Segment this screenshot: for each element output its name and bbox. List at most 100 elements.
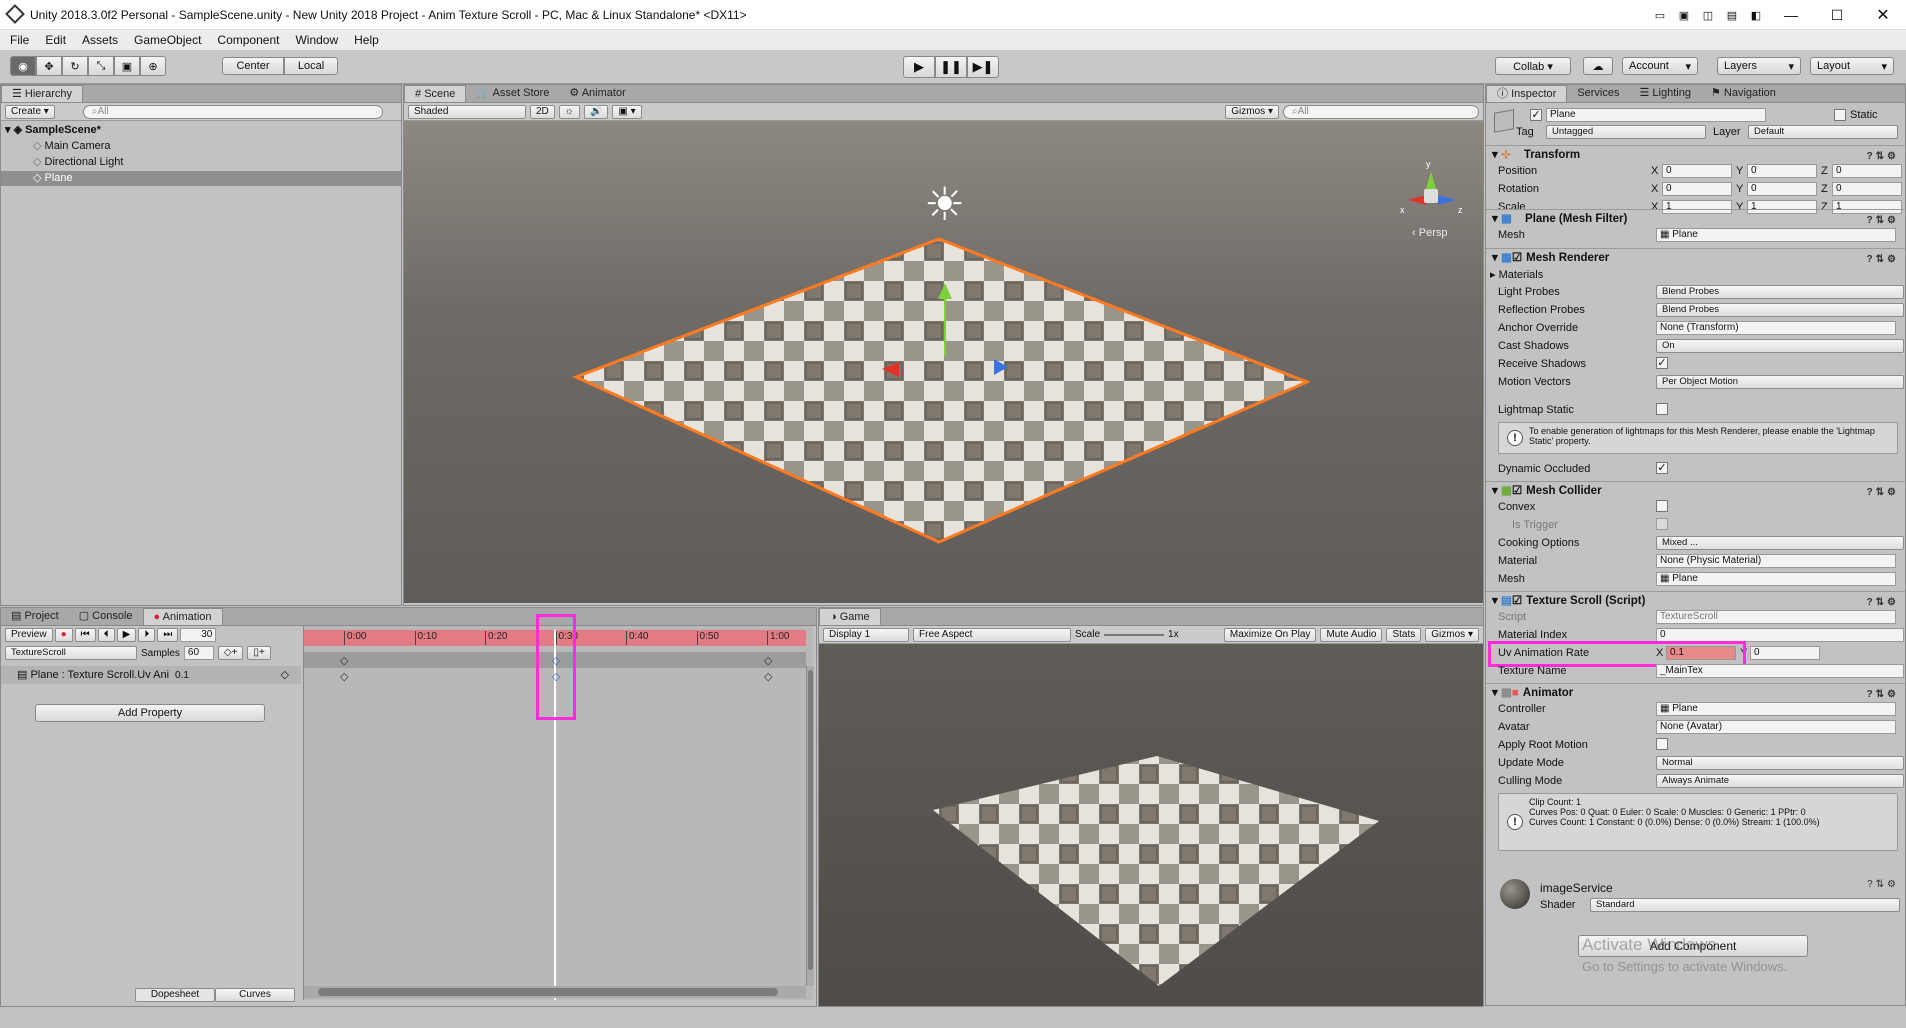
tab-scene[interactable]: # Scene (404, 85, 467, 102)
next-key-button[interactable]: ⏵ (138, 628, 156, 642)
tab-hierarchy[interactable]: ☰ Hierarchy (1, 85, 83, 102)
transform-z-field[interactable]: 0 (1832, 182, 1902, 196)
rect-tool-button[interactable]: ▣ (114, 56, 140, 76)
gameobject-name-field[interactable]: Plane (1546, 108, 1766, 122)
menu-gameobject[interactable]: GameObject (134, 30, 201, 50)
add-property-button[interactable]: Add Property (35, 704, 265, 722)
motion-vectors-dropdown[interactable]: Per Object Motion (1656, 375, 1904, 389)
tab-game[interactable]: ◑ Game (819, 608, 881, 625)
scale-slider[interactable] (1104, 633, 1165, 636)
minimize-icon[interactable]: — (1768, 7, 1814, 23)
preview-toggle[interactable]: Preview (5, 628, 53, 642)
combined-tool-button[interactable]: ⊕ (140, 56, 166, 76)
enabled-checkbox-icon[interactable]: ☑ (1512, 252, 1522, 264)
keyframe-diamond-icon[interactable]: ◇ (281, 666, 289, 684)
game-gizmos-dropdown[interactable]: Gizmos ▾ (1425, 627, 1479, 642)
move-tool-button[interactable]: ✥ (36, 56, 62, 76)
material-menu-icons[interactable]: ?⇅⚙ (1867, 879, 1899, 890)
reflection-probes-dropdown[interactable]: Blend Probes (1656, 303, 1904, 317)
tb-extra-icon-1[interactable]: ▭ (1648, 9, 1672, 22)
persp-label[interactable]: ‹ Persp (1412, 227, 1447, 239)
add-event-button[interactable]: ▯+ (247, 646, 271, 660)
apply-root-motion-checkbox[interactable] (1656, 738, 1668, 750)
cloud-button[interactable]: ☁ (1583, 57, 1613, 75)
curves-tab[interactable]: Curves (215, 988, 295, 1002)
tb-extra-icon-5[interactable]: ◧ (1744, 9, 1768, 22)
uv-animation-rate-y-field[interactable]: 0 (1750, 646, 1820, 660)
lightmap-static-checkbox[interactable] (1656, 403, 1668, 415)
dopesheet-tab[interactable]: Dopesheet (135, 988, 215, 1002)
scene-viewport[interactable]: ☀ y x z ‹ Persp (404, 121, 1483, 603)
transform-x-field[interactable]: 0 (1662, 164, 1732, 178)
material-index-field[interactable]: 0 (1656, 628, 1904, 642)
tb-extra-icon-3[interactable]: ◫ (1696, 9, 1720, 22)
close-icon[interactable]: ✕ (1860, 5, 1906, 25)
tag-dropdown[interactable]: Untagged (1546, 125, 1706, 139)
timeline-area[interactable]: 0:00 0:10 0:20 0:30 0:40 0:50 1:00 ◇ ◇ ◇ ◇ ◇ ◇ (303, 614, 814, 1000)
materials-foldout[interactable]: ▸ Materials (1490, 268, 1543, 281)
scale-tool-button[interactable]: ⤡ (88, 56, 114, 76)
effects-dropdown-icon[interactable]: ▣ ▾ (612, 104, 642, 119)
center-toggle[interactable]: Center (222, 57, 284, 75)
enabled-checkbox-icon[interactable]: ☑ (1512, 595, 1522, 607)
scene-search-input[interactable]: ⌕All (1283, 104, 1479, 119)
hierarchy-search-input[interactable]: ⌕All (82, 104, 383, 119)
shader-dropdown[interactable]: Standard (1590, 898, 1900, 912)
layer-dropdown[interactable]: Default (1748, 125, 1898, 139)
rotate-tool-button[interactable]: ↻ (62, 56, 88, 76)
texture-name-field[interactable]: _MainTex (1656, 664, 1904, 678)
menu-file[interactable]: File (10, 30, 29, 50)
transform-z-field[interactable]: 0 (1832, 164, 1902, 178)
meshfilter-header[interactable]: ▾ ▦ Plane (Mesh Filter) ?⇅⚙ (1486, 209, 1905, 227)
samples-field[interactable]: 60 (183, 646, 214, 660)
2d-toggle[interactable]: 2D (530, 104, 555, 119)
cooking-options-dropdown[interactable]: Mixed ... (1656, 536, 1904, 550)
layout-dropdown[interactable]: Layout ▾ (1810, 57, 1894, 75)
view-tool-button[interactable]: ◉ (10, 56, 36, 76)
receive-shadows-checkbox[interactable]: ✓ (1656, 357, 1668, 369)
transform-header[interactable]: ▾ ⊹ Transform ?⇅⚙ (1486, 145, 1905, 163)
static-checkbox[interactable] (1834, 109, 1846, 121)
keyframe-icon[interactable]: ◇ (340, 670, 348, 683)
enabled-checkbox-icon[interactable]: ☑ (1512, 485, 1522, 497)
record-button[interactable]: ● (54, 628, 73, 642)
menu-help[interactable]: Help (354, 30, 379, 50)
tab-navigation[interactable]: ⚑ Navigation (1701, 85, 1786, 102)
transform-y-field[interactable]: 0 (1747, 182, 1817, 196)
enabled-checkbox-icon[interactable]: ■ (1512, 687, 1519, 699)
orientation-gizmo[interactable]: y x z (1400, 159, 1463, 225)
is-trigger-checkbox[interactable] (1656, 518, 1668, 530)
layers-dropdown[interactable]: Layers ▾ (1717, 57, 1801, 75)
scene-plane[interactable] (572, 237, 1311, 544)
avatar-field[interactable]: None (Avatar) (1656, 720, 1896, 734)
maximize-on-play-toggle[interactable]: Maximize On Play (1223, 627, 1317, 642)
hierarchy-item-plane[interactable]: ◇ Plane (1, 171, 401, 186)
play-anim-button[interactable]: ▶ (116, 628, 137, 642)
step-button[interactable]: ▶❚ (967, 56, 999, 78)
menu-edit[interactable]: Edit (45, 30, 66, 50)
culling-mode-dropdown[interactable]: Always Animate (1656, 774, 1904, 788)
transform-y-field[interactable]: 0 (1747, 164, 1817, 178)
menu-window[interactable]: Window (295, 30, 338, 50)
maximize-icon[interactable]: ☐ (1814, 7, 1860, 24)
tab-lighting[interactable]: ☰ Lighting (1630, 85, 1701, 102)
menu-assets[interactable]: Assets (82, 30, 118, 50)
display-dropdown[interactable]: Display 1 (823, 627, 909, 642)
component-menu-icons[interactable]: ?⇅⚙ (1867, 484, 1899, 502)
play-button[interactable]: ▶ (903, 56, 935, 78)
texturescroll-header[interactable]: ▾ ▤☑ Texture Scroll (Script) ?⇅⚙ (1486, 591, 1905, 609)
game-viewport[interactable] (819, 644, 1483, 1006)
frame-field[interactable]: 30 (180, 628, 217, 642)
tab-console[interactable]: ▢ Console (69, 608, 143, 625)
meshrenderer-header[interactable]: ▾ ▦☑ Mesh Renderer ?⇅⚙ (1486, 248, 1905, 266)
keyframe-icon[interactable]: ◇ (764, 670, 772, 683)
property-row[interactable]: ▤ Plane : Texture Scroll.Uv Ani 0.1 ◇ (1, 666, 301, 684)
hierarchy-item-directional-light[interactable]: ◇ Directional Light (1, 155, 401, 170)
sun-icon[interactable]: ☀ (924, 181, 965, 227)
component-menu-icons[interactable]: ?⇅⚙ (1867, 251, 1899, 269)
tab-services[interactable]: Services (1567, 85, 1629, 102)
first-key-button[interactable]: ⏮ (74, 628, 96, 642)
stats-toggle[interactable]: Stats (1386, 627, 1422, 642)
tab-project[interactable]: ▤ Project (1, 608, 69, 625)
last-key-button[interactable]: ⏭ (157, 628, 179, 642)
